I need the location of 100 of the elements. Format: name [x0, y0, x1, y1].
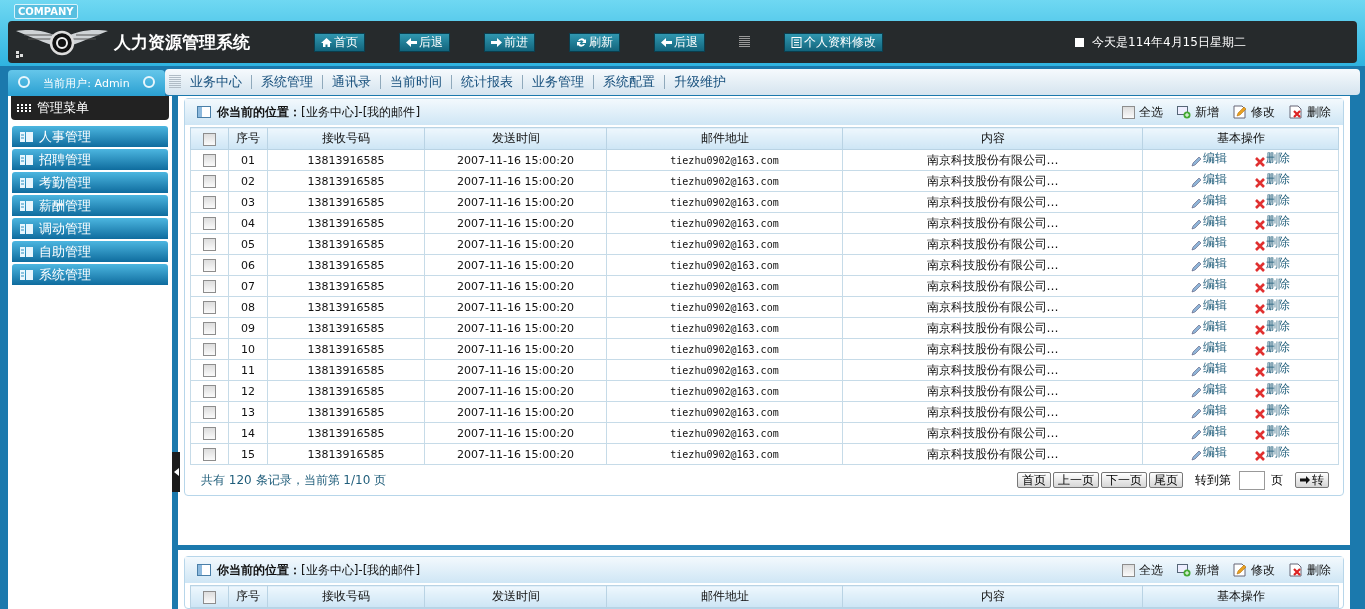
- page-button[interactable]: 尾页: [1149, 472, 1183, 488]
- menu-item[interactable]: 系统配置: [594, 75, 665, 89]
- delete-link[interactable]: 删除: [1255, 213, 1290, 230]
- cross-icon: [1255, 346, 1265, 356]
- go-button[interactable]: 转: [1295, 472, 1329, 488]
- menu-item[interactable]: 升级维护: [665, 75, 735, 89]
- page-button[interactable]: 首页: [1017, 472, 1051, 488]
- edit-link[interactable]: 编辑: [1191, 423, 1227, 440]
- header-checkbox[interactable]: [203, 132, 216, 146]
- nav-button[interactable]: 后退: [654, 32, 705, 52]
- delete-link[interactable]: 删除: [1255, 402, 1290, 419]
- edit-link[interactable]: 编辑: [1191, 276, 1227, 293]
- table-cell: 2007-11-16 15:00:20: [424, 275, 607, 297]
- delete-link[interactable]: 删除: [1255, 360, 1290, 377]
- delete-link[interactable]: 删除: [1255, 276, 1290, 293]
- page-suffix: 页: [1271, 471, 1283, 489]
- delete-link[interactable]: 删除: [1255, 255, 1290, 272]
- edit-link[interactable]: 编辑: [1191, 213, 1227, 230]
- edit-link[interactable]: 编辑: [1191, 234, 1227, 251]
- table-cell: tiezhu0902@163.com: [606, 149, 843, 171]
- nav-button[interactable]: 个人资料修改: [784, 32, 883, 52]
- row-checkbox[interactable]: [203, 447, 216, 461]
- menu-item[interactable]: 系统管理: [252, 75, 323, 89]
- row-checkbox[interactable]: [203, 363, 216, 377]
- book-icon: [20, 246, 33, 257]
- nav-button[interactable]: 首页: [314, 32, 365, 52]
- delete-link[interactable]: 删除: [1255, 192, 1290, 209]
- delete-link[interactable]: 删除: [1255, 150, 1290, 167]
- row-checkbox[interactable]: [203, 300, 216, 314]
- delete-link[interactable]: 删除: [1255, 423, 1290, 440]
- pencil-icon: [1191, 219, 1202, 230]
- table-cell: 2007-11-16 15:00:20: [424, 296, 607, 318]
- edit-link[interactable]: 编辑: [1191, 339, 1227, 356]
- delete-link[interactable]: 删除: [1255, 297, 1290, 314]
- row-checkbox[interactable]: [203, 195, 216, 209]
- edit-link[interactable]: 编辑: [1191, 255, 1227, 272]
- toolbar-button[interactable]: 删除: [1289, 561, 1331, 579]
- edit-link[interactable]: 编辑: [1191, 318, 1227, 335]
- edit-link[interactable]: 编辑: [1191, 360, 1227, 377]
- table-cell: 2007-11-16 15:00:20: [424, 233, 607, 255]
- delete-link[interactable]: 删除: [1255, 318, 1290, 335]
- left-arrow-icon: [406, 36, 417, 48]
- edit-link[interactable]: 编辑: [1191, 171, 1227, 188]
- page-button[interactable]: 下一页: [1101, 472, 1147, 488]
- row-checkbox[interactable]: [203, 258, 216, 272]
- row-checkbox[interactable]: [203, 237, 216, 251]
- cross-icon: [1255, 451, 1265, 461]
- menu-item[interactable]: 通讯录: [323, 75, 381, 89]
- page-button[interactable]: 上一页: [1053, 472, 1099, 488]
- delete-link[interactable]: 删除: [1255, 234, 1290, 251]
- row-checkbox[interactable]: [203, 279, 216, 293]
- edit-link[interactable]: 编辑: [1191, 150, 1227, 167]
- column-header: 邮件地址: [606, 585, 843, 608]
- row-checkbox[interactable]: [203, 216, 216, 230]
- page-input[interactable]: [1239, 470, 1265, 490]
- row-checkbox[interactable]: [203, 321, 216, 335]
- edit-link[interactable]: 编辑: [1191, 297, 1227, 314]
- pencil-icon: [1191, 177, 1202, 188]
- row-checkbox[interactable]: [203, 426, 216, 440]
- header-checkbox[interactable]: [203, 590, 216, 604]
- collapse-handle[interactable]: [172, 452, 180, 492]
- toolbar-button[interactable]: 修改: [1233, 561, 1275, 579]
- table-cell: tiezhu0902@163.com: [606, 170, 843, 192]
- delete-link[interactable]: 删除: [1255, 381, 1290, 398]
- menu-item[interactable]: 业务管理: [523, 75, 594, 89]
- menu-item[interactable]: 当前时间: [381, 75, 452, 89]
- table-cell: tiezhu0902@163.com: [606, 359, 843, 381]
- delete-link[interactable]: 删除: [1255, 339, 1290, 356]
- toolbar-button[interactable]: 新增: [1177, 103, 1219, 121]
- toolbar-button[interactable]: 修改: [1233, 103, 1275, 121]
- table-cell: tiezhu0902@163.com: [606, 422, 843, 444]
- nav-button[interactable]: 前进: [484, 32, 535, 52]
- select-all-checkbox[interactable]: 全选: [1122, 103, 1163, 121]
- table-cell: 13813916585: [267, 212, 425, 234]
- edit-link[interactable]: 编辑: [1191, 192, 1227, 209]
- nav-button[interactable]: 后退: [399, 32, 450, 52]
- cross-icon: [1255, 199, 1265, 209]
- table-cell: 01: [228, 149, 268, 171]
- delete-link[interactable]: 删除: [1255, 444, 1290, 461]
- row-checkbox[interactable]: [203, 153, 216, 167]
- select-all-checkbox[interactable]: 全选: [1122, 561, 1163, 579]
- menu-item[interactable]: 业务中心: [181, 75, 252, 89]
- edit-icon: [1233, 563, 1247, 577]
- edit-link[interactable]: 编辑: [1191, 402, 1227, 419]
- edit-link[interactable]: 编辑: [1191, 381, 1227, 398]
- ring-icon: [143, 76, 155, 88]
- row-checkbox[interactable]: [203, 342, 216, 356]
- delete-link[interactable]: 删除: [1255, 171, 1290, 188]
- row-checkbox[interactable]: [203, 174, 216, 188]
- toolbar-button[interactable]: 新增: [1177, 561, 1219, 579]
- book-icon: [20, 200, 33, 211]
- nav-button[interactable]: 刷新: [569, 32, 620, 52]
- toolbar-button[interactable]: 删除: [1289, 103, 1331, 121]
- menu-item[interactable]: 统计报表: [452, 75, 523, 89]
- row-checkbox[interactable]: [203, 405, 216, 419]
- edit-link[interactable]: 编辑: [1191, 444, 1227, 461]
- company-badge: COMPANY: [14, 4, 78, 19]
- table-cell: 2007-11-16 15:00:20: [424, 317, 607, 339]
- add-icon: [1177, 563, 1191, 577]
- row-checkbox[interactable]: [203, 384, 216, 398]
